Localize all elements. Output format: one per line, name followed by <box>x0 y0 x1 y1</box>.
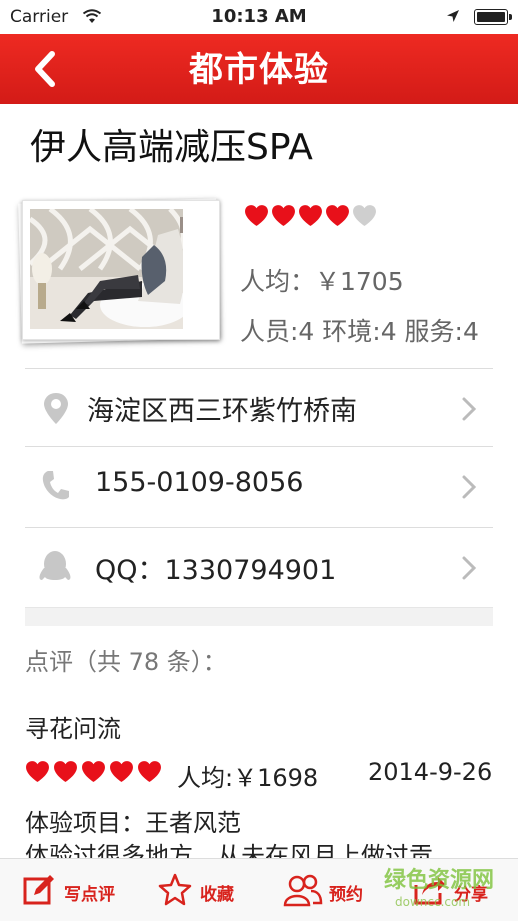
watermark: 绿色资源网 <box>384 868 495 893</box>
review-author: 寻花问流 <box>25 715 121 743</box>
phone-row[interactable]: 155-0109-8056 <box>25 446 493 525</box>
chevron-right-icon <box>462 397 477 421</box>
qq-penguin-icon <box>39 551 71 580</box>
heart-icon <box>26 761 49 782</box>
battery-icon <box>474 9 512 25</box>
heart-icon <box>110 761 133 782</box>
address-text: 海淀区西三环紫竹桥南 <box>87 396 357 427</box>
clock: 10:13 AM <box>211 6 307 27</box>
shop-photo[interactable] <box>30 209 183 329</box>
heart-icon <box>54 761 77 782</box>
nav-bar: 都市体验 <box>0 34 518 104</box>
sub-ratings: 人员:4 环境:4 服务:4 <box>240 317 479 346</box>
address-row[interactable]: 海淀区西三环紫竹桥南 <box>25 368 493 447</box>
chevron-right-icon <box>462 475 477 499</box>
write-review-label: 写点评 <box>64 885 115 905</box>
star-icon <box>158 873 192 906</box>
reserve-button[interactable]: 预约 <box>283 859 373 921</box>
review-item: 体验项目：王者风范 <box>25 809 241 837</box>
heart-icon <box>353 205 376 226</box>
people-icon <box>283 874 323 907</box>
status-bar: Carrier 10:13 AM <box>0 0 518 34</box>
section-divider <box>25 607 493 626</box>
reviews-header: 点评（共 78 条）： <box>25 648 227 676</box>
page-title: 都市体验 <box>189 50 329 90</box>
heart-icon <box>138 761 161 782</box>
shop-name: 伊人高端减压SPA <box>30 127 313 168</box>
review-date: 2014-9-26 <box>368 758 493 786</box>
qq-row[interactable]: QQ：1330794901 <box>25 527 493 606</box>
favorite-button[interactable]: 收藏 <box>158 859 248 921</box>
review-rating <box>25 759 165 784</box>
location-pin-icon <box>44 393 68 424</box>
heart-icon <box>326 205 349 226</box>
shop-rating <box>244 203 379 231</box>
heart-icon <box>245 205 268 226</box>
phone-icon <box>42 471 69 500</box>
reserve-label: 预约 <box>329 885 363 905</box>
watermark-url: downcc.com <box>395 895 471 909</box>
heart-icon <box>299 205 322 226</box>
heart-icon <box>272 205 295 226</box>
chevron-right-icon <box>462 556 477 580</box>
phone-text: 155-0109-8056 <box>95 467 304 498</box>
review-avg-price: 人均:￥1698 <box>177 764 319 792</box>
location-arrow-icon <box>447 10 459 22</box>
favorite-label: 收藏 <box>200 885 234 905</box>
heart-icon <box>82 761 105 782</box>
qq-text: QQ：1330794901 <box>95 555 337 586</box>
avg-price: 人均：￥1705 <box>240 267 404 296</box>
write-review-button[interactable]: 写点评 <box>22 859 122 921</box>
write-review-icon <box>23 875 54 905</box>
